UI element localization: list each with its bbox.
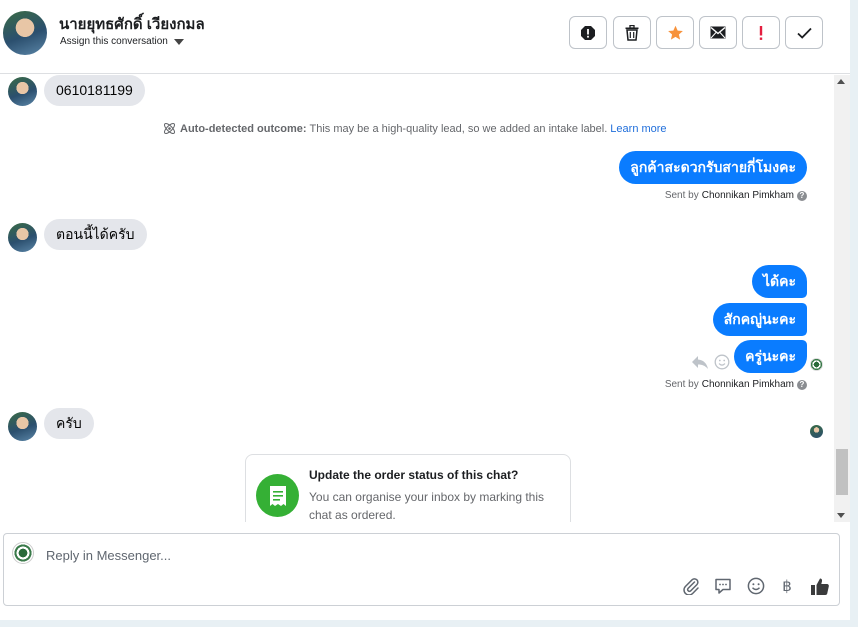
reply-composer[interactable]: ฿: [3, 533, 840, 606]
delete-button[interactable]: [613, 16, 651, 49]
mark-done-button[interactable]: [785, 16, 823, 49]
outcome-text: This may be a high-quality lead, so we a…: [309, 122, 608, 135]
alert-octagon-icon: [581, 25, 595, 40]
sent-by-name: Chonnikan Pimkham: [701, 190, 794, 201]
caret-down-icon: [173, 39, 184, 45]
assign-conversation-dropdown[interactable]: Assign this conversation: [60, 36, 184, 47]
incoming-message[interactable]: ครับ: [44, 408, 94, 439]
contact-avatar[interactable]: [3, 11, 47, 55]
page-footer-strip: [0, 620, 858, 627]
sent-by-label: Sent by Chonnikan Pimkham ?: [665, 190, 807, 201]
smiley-icon: [747, 577, 765, 595]
check-icon: [796, 27, 812, 39]
message-thread: 0610181199 Auto-detected outcome: This m…: [0, 75, 834, 522]
learn-more-link[interactable]: Learn more: [610, 123, 666, 135]
outgoing-message[interactable]: ลูกค้าสะดวกรับสายกี่โมงคะ: [619, 151, 807, 184]
exclamation-icon: [759, 25, 763, 40]
sent-by-prefix: Sent by: [664, 379, 699, 390]
mark-spam-button[interactable]: [569, 16, 607, 49]
assign-label: Assign this conversation: [60, 36, 168, 47]
like-button[interactable]: [809, 575, 831, 597]
scroll-down-arrow-icon[interactable]: [837, 513, 845, 518]
outgoing-message[interactable]: สักคญู่นะคะ: [712, 303, 807, 336]
order-receipt-icon: [256, 474, 299, 517]
card-body: You can organise your inbox by marking t…: [309, 490, 545, 522]
star-button[interactable]: [656, 16, 694, 49]
page-avatar[interactable]: [12, 542, 34, 564]
help-icon[interactable]: ?: [797, 190, 807, 201]
trash-icon: [625, 24, 639, 41]
incoming-message[interactable]: 0610181199: [44, 75, 145, 106]
sent-by-label: Sent by Chonnikan Pimkham ?: [665, 379, 807, 390]
paperclip-icon: [683, 578, 699, 595]
reply-icon[interactable]: [691, 355, 709, 370]
scroll-thumb[interactable]: [836, 449, 848, 495]
sent-by-name: Chonnikan Pimkham: [701, 379, 794, 390]
seen-contact-avatar: [810, 425, 823, 438]
incoming-message[interactable]: ตอนนี้ได้ครับ: [44, 219, 147, 250]
order-status-card[interactable]: Update the order status of this chat? Yo…: [245, 454, 571, 522]
auto-detected-outcome-note: Auto-detected outcome: This may be a hig…: [162, 121, 667, 136]
atom-icon: [163, 122, 176, 135]
thumbs-up-icon: [811, 578, 829, 595]
mark-important-button[interactable]: [742, 16, 780, 49]
chat-scrollbar[interactable]: [834, 75, 850, 522]
conversation-header: นายยุทธศักดิ์ เวียงกมล Assign this conve…: [0, 0, 850, 74]
reply-input[interactable]: [46, 546, 646, 564]
payment-button[interactable]: ฿: [776, 575, 798, 597]
help-icon[interactable]: ?: [797, 379, 807, 390]
attach-file-button[interactable]: [680, 575, 702, 597]
page-gutter: [850, 0, 858, 627]
contact-avatar-small[interactable]: [8, 412, 37, 441]
react-smiley-icon[interactable]: [714, 354, 730, 370]
scroll-up-arrow-icon[interactable]: [837, 79, 845, 84]
seen-page-avatar: [810, 358, 823, 371]
star-icon: [667, 25, 683, 40]
contact-avatar-small[interactable]: [8, 223, 37, 252]
baht-icon: ฿: [782, 578, 792, 595]
outgoing-message[interactable]: ได้คะ: [751, 265, 807, 298]
emoji-button[interactable]: [745, 575, 767, 597]
card-title: Update the order status of this chat?: [309, 468, 519, 482]
mark-unread-button[interactable]: [699, 16, 737, 49]
speech-bubble-icon: [715, 578, 731, 594]
sent-by-prefix: Sent by: [664, 190, 699, 201]
outcome-label: Auto-detected outcome:: [180, 122, 307, 135]
contact-name[interactable]: นายยุทธศักดิ์ เวียงกมล: [59, 12, 205, 36]
contact-avatar-small[interactable]: [8, 77, 37, 106]
outgoing-message[interactable]: ครู่นะคะ: [734, 340, 807, 373]
saved-replies-button[interactable]: [712, 575, 734, 597]
envelope-icon: [710, 26, 726, 39]
